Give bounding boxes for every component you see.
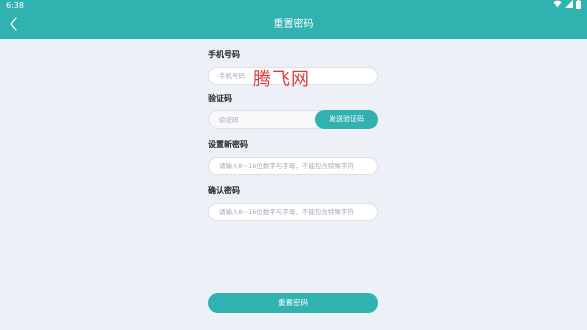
confirm-password-field [208,203,378,221]
phone-group: 手机号码 [208,49,378,85]
signal-icon [565,0,573,11]
new-password-label: 设置新密码 [208,140,248,149]
phone-field [208,67,378,85]
reset-password-button[interactable]: 重置密码 [208,293,378,313]
status-time: 6:38 [6,1,24,10]
confirm-password-label: 确认密码 [208,186,240,195]
new-password-group: 设置新密码 [208,139,378,175]
code-group: 验证码 发送验证码 [208,93,378,129]
confirm-password-group: 确认密码 [208,185,378,221]
app-bar: 重置密码 [0,11,587,39]
page-title: 重置密码 [273,19,314,30]
code-label: 验证码 [208,94,232,103]
battery-icon [576,0,581,12]
phone-input[interactable] [219,68,369,84]
status-bar: 6:38 [0,0,587,11]
code-row: 发送验证码 [208,110,378,129]
confirm-password-input[interactable] [219,204,369,220]
system-icons [553,0,581,12]
new-password-input[interactable] [219,158,369,174]
new-password-field [208,157,378,175]
phone-label: 手机号码 [208,50,240,59]
code-input[interactable] [219,111,314,128]
send-code-button[interactable]: 发送验证码 [315,110,378,129]
wifi-icon [553,0,562,11]
reset-password-form: 手机号码 验证码 发送验证码 设置新密码 确认密码 [208,49,378,231]
